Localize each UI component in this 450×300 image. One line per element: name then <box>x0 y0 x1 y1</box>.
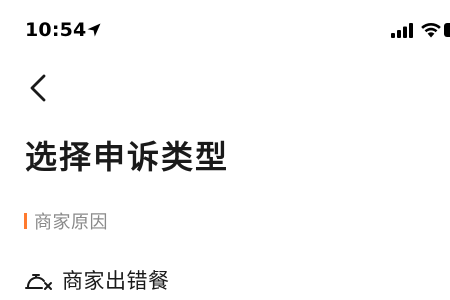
section-header: 商家原因 <box>24 210 108 233</box>
section-accent-bar <box>24 213 27 229</box>
page-title: 选择申诉类型 <box>25 138 230 176</box>
signal-icon <box>391 23 415 38</box>
option-wrong-order[interactable]: 商家出错餐 <box>24 262 434 298</box>
dish-cover-wrong-icon <box>24 267 54 293</box>
status-bar: 10:54 <box>0 0 450 60</box>
back-button[interactable] <box>22 70 56 106</box>
status-time: 10:54 <box>25 19 87 41</box>
chevron-left-icon <box>30 74 46 102</box>
screen: 10:54 选择申诉类型 商家原因 商家出错餐 <box>0 0 450 300</box>
battery-icon <box>444 22 450 37</box>
option-label: 商家出错餐 <box>62 269 170 293</box>
location-arrow-icon <box>86 22 102 38</box>
wifi-icon <box>420 21 442 38</box>
section-label: 商家原因 <box>34 212 108 233</box>
